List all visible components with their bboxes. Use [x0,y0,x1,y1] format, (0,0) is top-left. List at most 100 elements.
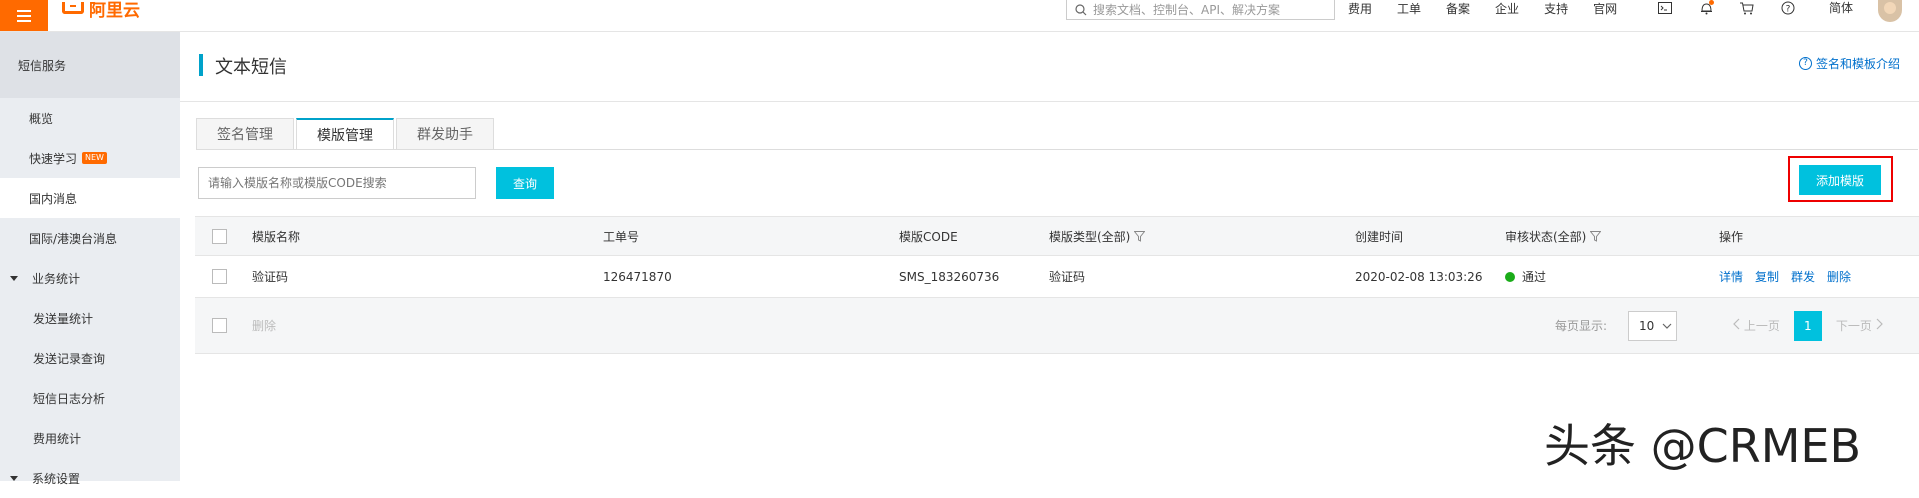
sidebar-item-label: 费用统计 [33,431,82,446]
filter-icon[interactable] [1134,230,1146,242]
title-accent-bar [199,54,203,76]
top-nav-icons: ? [1657,0,1796,16]
sidebar-item-quick-learn[interactable]: 快速学习 NEW [0,138,180,178]
nav-link-enterprise[interactable]: 企业 [1495,0,1519,17]
sidebar-item-label: 国内消息 [29,191,78,206]
action-delete-link[interactable]: 删除 [1827,268,1851,285]
global-search-input[interactable]: 搜索文档、控制台、API、解决方案 [1066,0,1335,20]
sidebar-item-send-volume[interactable]: 发送量统计 [0,298,180,338]
chevron-right-icon [1876,318,1883,330]
header-actions: 操作 [1719,229,1744,244]
cell-status: 通过 [1505,268,1546,285]
help-link-label: 签名和模板介绍 [1815,57,1900,71]
language-switch[interactable]: 简体 [1829,0,1853,16]
tab-bulk-send[interactable]: 群发助手 [396,118,494,150]
per-page-label: 每页显示: [1555,319,1608,333]
sidebar-group-settings[interactable]: 系统设置 [0,458,180,498]
sidebar-title: 短信服务 [0,32,180,98]
header-type[interactable]: 模版类型(全部) [1049,228,1146,245]
sidebar-item-overview[interactable]: 概览 [0,98,180,138]
sidebar-group-statistics[interactable]: 业务统计 [0,258,180,298]
status-label: 通过 [1522,270,1547,284]
per-page-value: 10 [1639,318,1655,333]
next-page-button[interactable]: 下一页 [1836,317,1883,334]
filter-icon[interactable] [1590,230,1602,242]
sidebar-item-domestic[interactable]: 国内消息 [0,178,180,218]
next-page-label: 下一页 [1835,319,1872,333]
query-button[interactable]: 查询 [496,167,554,199]
aliyun-logo[interactable]: 阿里云 [62,0,140,21]
action-copy-link[interactable]: 复制 [1755,268,1779,285]
sidebar-item-international[interactable]: 国际/港澳台消息 [0,218,180,258]
sidebar-item-label: 发送记录查询 [33,351,106,366]
header-ticket: 工单号 [603,229,640,244]
sidebar-item-label: 国际/港澳台消息 [29,231,118,246]
footer-select-all-checkbox[interactable] [212,318,227,333]
global-search-placeholder: 搜索文档、控制台、API、解决方案 [1093,3,1280,17]
terminal-icon[interactable] [1657,0,1673,16]
sidebar-item-label: 概览 [29,111,54,126]
chevron-down-icon [1662,323,1672,329]
top-bar: 阿里云 搜索文档、控制台、API、解决方案 费用 工单 备案 企业 支持 官网 … [0,0,1919,32]
cell-actions: 详情 复制 群发 删除 [1719,268,1859,285]
template-table: 模版名称 工单号 模版CODE 模版类型(全部) 创建时间 审核状态(全部) 操… [195,216,1919,354]
bell-icon[interactable] [1698,0,1714,16]
sidebar-item-label: 快速学习 [29,151,78,166]
sidebar-item-label: 发送量统计 [33,311,94,326]
action-bulk-send-link[interactable]: 群发 [1791,268,1815,285]
tabs: 签名管理 模版管理 群发助手 [196,118,496,150]
top-nav-links: 费用 工单 备案 企业 支持 官网 [1348,0,1642,16]
help-icon[interactable]: ? [1780,0,1796,16]
sidebar-item-log-analysis[interactable]: 短信日志分析 [0,378,180,418]
prev-page-button[interactable]: 上一页 [1733,317,1780,334]
menu-icon[interactable] [0,0,48,31]
cell-type: 验证码 [1049,270,1086,284]
status-pass-icon [1505,271,1515,282]
cart-icon[interactable] [1739,0,1755,16]
action-detail-link[interactable]: 详情 [1719,268,1743,285]
cell-code: SMS_183260736 [899,269,1000,284]
new-badge: NEW [82,152,107,164]
per-page-select[interactable]: 10 [1628,310,1677,341]
select-all-checkbox[interactable] [212,228,227,244]
header-status[interactable]: 审核状态(全部) [1505,228,1602,245]
logo-text: 阿里云 [89,0,140,21]
help-link[interactable]: ? 签名和模板介绍 [1798,55,1900,72]
sidebar-item-cost-stats[interactable]: 费用统计 [0,418,180,458]
caret-down-icon [10,475,18,481]
aliyun-logo-icon [62,2,84,14]
cell-ticket: 126471870 [603,269,672,284]
prev-page-label: 上一页 [1743,319,1780,333]
page-title: 文本短信 [215,57,287,78]
svg-text:?: ? [1786,5,1791,15]
nav-link-fees[interactable]: 费用 [1348,0,1372,17]
nav-link-icp[interactable]: 备案 [1446,0,1470,17]
question-icon: ? [1798,57,1812,70]
add-template-button[interactable]: 添加模版 [1799,165,1881,195]
search-icon [1075,3,1087,15]
watermark: 头条 @CRMEB [1544,419,1862,473]
page-header: 文本短信 ? 签名和模板介绍 [180,32,1919,102]
header-code: 模版CODE [899,229,958,244]
header-name: 模版名称 [252,229,301,244]
sidebar-item-label: 短信日志分析 [33,391,106,406]
header-type-label: 模版类型(全部) [1049,229,1131,244]
nav-link-tickets[interactable]: 工单 [1397,0,1421,17]
sidebar-item-send-records[interactable]: 发送记录查询 [0,338,180,378]
cell-created: 2020-02-08 13:03:26 [1355,269,1483,284]
nav-link-official-site[interactable]: 官网 [1593,0,1617,17]
table-footer: 删除 每页显示: 10 上一页 1 下一页 [195,298,1919,354]
avatar[interactable] [1878,0,1902,22]
table-row: 验证码 126471870 SMS_183260736 验证码 2020-02-… [195,256,1919,298]
nav-link-support[interactable]: 支持 [1544,0,1568,17]
pagination: 上一页 1 下一页 [1733,310,1883,341]
tab-signature[interactable]: 签名管理 [196,118,294,150]
tab-template[interactable]: 模版管理 [296,118,394,150]
row-checkbox[interactable] [212,269,227,284]
bulk-delete-button[interactable]: 删除 [252,317,276,334]
sidebar-item-label: 业务统计 [32,271,81,286]
page-1-button[interactable]: 1 [1793,310,1822,341]
template-search-input[interactable] [198,167,476,199]
cell-name: 验证码 [252,270,289,284]
notification-dot [1709,0,1714,5]
